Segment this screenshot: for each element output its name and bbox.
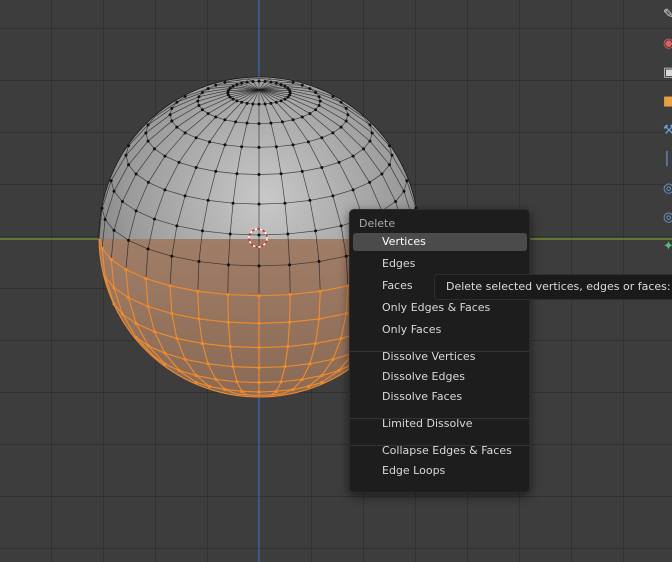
bevel-icon[interactable]: │ bbox=[656, 145, 672, 174]
menu-title: Delete bbox=[359, 217, 396, 230]
menu-item-edge-loops[interactable]: Edge Loops bbox=[353, 462, 527, 480]
menu-separator bbox=[350, 351, 529, 352]
poly-build-icon[interactable]: ✦ bbox=[656, 232, 672, 261]
menu-item-only-edges-and-faces[interactable]: Only Edges & Faces bbox=[353, 299, 527, 317]
delete-vertices-tooltip: Delete selected vertices, edges or faces… bbox=[434, 274, 672, 300]
menu-separator bbox=[350, 445, 529, 446]
loop-cut-icon[interactable]: ◎ bbox=[656, 174, 672, 203]
menu-item-vertices[interactable]: Vertices bbox=[353, 233, 527, 251]
annotate-icon[interactable]: ✎ bbox=[656, 0, 672, 29]
tool-shelf: ✎ ◉ ▣ ■ ⚒ │ ◎ ◎ ✦ bbox=[656, 0, 672, 275]
menu-item-only-faces[interactable]: Only Faces bbox=[353, 321, 527, 339]
menu-separator bbox=[350, 418, 529, 419]
extrude-icon[interactable]: ■ bbox=[656, 87, 672, 116]
inset-icon[interactable]: ⚒ bbox=[656, 116, 672, 145]
add-cube-icon[interactable]: ▣ bbox=[656, 58, 672, 87]
menu-item-dissolve-edges[interactable]: Dissolve Edges bbox=[353, 368, 527, 386]
delete-menu: Delete Vertices Edges Faces Only Edges & Fa… bbox=[349, 209, 530, 493]
menu-item-dissolve-faces[interactable]: Dissolve Faces bbox=[353, 388, 527, 406]
measure-icon[interactable]: ◉ bbox=[656, 29, 672, 58]
menu-item-edges[interactable]: Edges bbox=[353, 255, 527, 273]
knife-icon[interactable]: ◎ bbox=[656, 203, 672, 232]
